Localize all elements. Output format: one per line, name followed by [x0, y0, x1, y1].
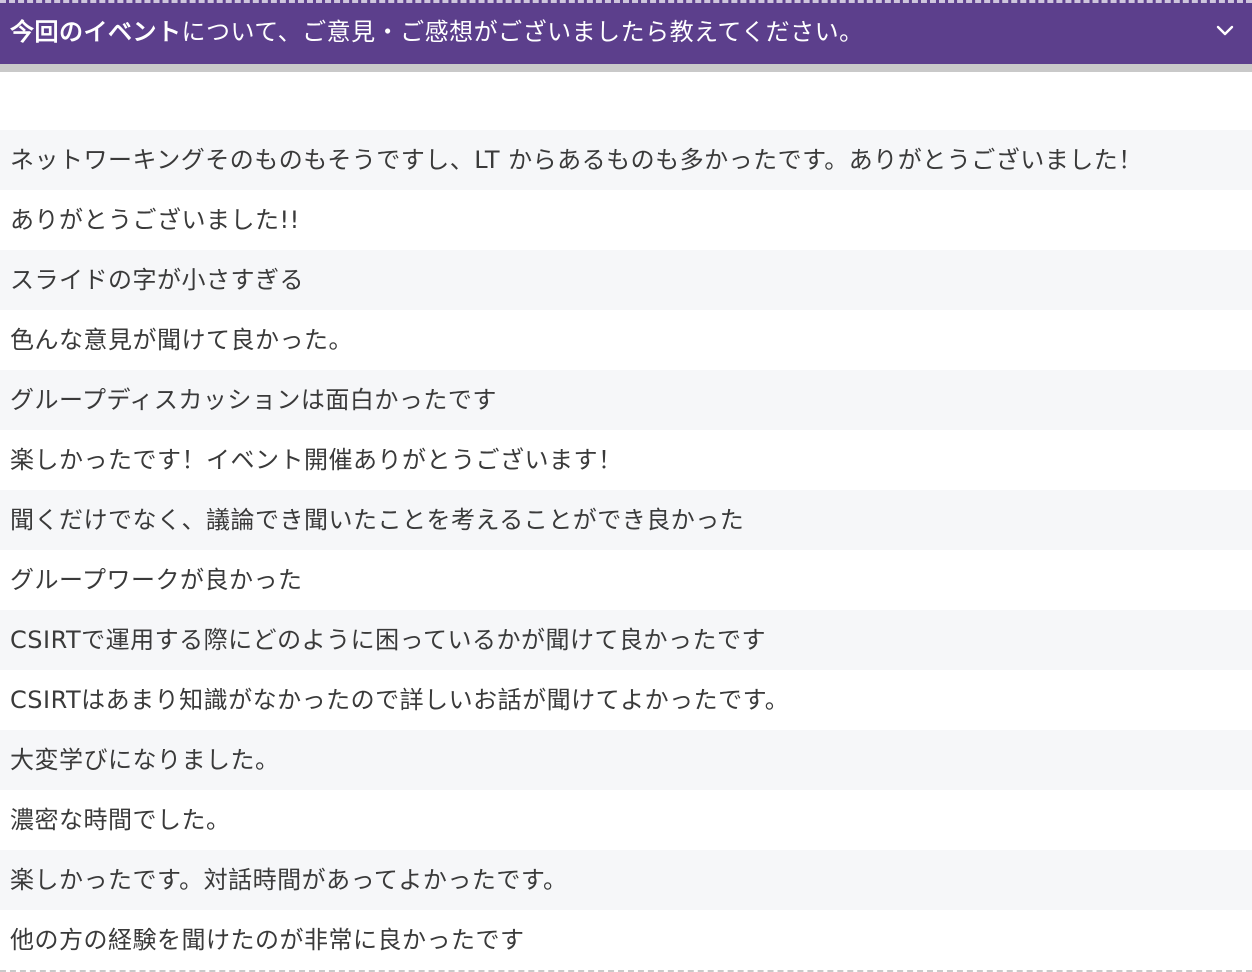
response-item: ありがとうございました!! [0, 190, 1252, 250]
question-title-rest: について、ご意見・ご感想がございましたら教えてください。 [181, 18, 864, 46]
question-accordion-header[interactable]: 今回のイベントについて、ご意見・ご感想がございましたら教えてください。 [0, 0, 1252, 72]
response-list: ネットワーキングそのものもそうですし、LT からあるものも多かったです。ありがと… [0, 130, 1252, 970]
response-item: 楽しかったです！イベント開催ありがとうございます！ [0, 430, 1252, 490]
response-item: グループディスカッションは面白かったです [0, 370, 1252, 430]
question-title: 今回のイベントについて、ご意見・ご感想がございましたら教えてください。 [10, 3, 864, 61]
response-item: スライドの字が小さすぎる [0, 250, 1252, 310]
response-item: CSIRTはあまり知識がなかったので詳しいお話が聞けてよかったです。 [0, 670, 1252, 730]
response-item: 色んな意見が聞けて良かった。 [0, 310, 1252, 370]
response-item: 大変学びになりました。 [0, 730, 1252, 790]
response-item: 聞くだけでなく、議論でき聞いたことを考えることができ良かった [0, 490, 1252, 550]
response-item: 他の方の経験を聞けたのが非常に良かったです [0, 910, 1252, 970]
response-item: ネットワーキングそのものもそうですし、LT からあるものも多かったです。ありがと… [0, 130, 1252, 190]
response-item: 楽しかったです。対話時間があってよかったです。 [0, 850, 1252, 910]
response-item: CSIRTで運用する際にどのように困っているかが聞けて良かったです [0, 610, 1252, 670]
response-item: グループワークが良かった [0, 550, 1252, 610]
question-title-bold: 今回のイベント [10, 18, 182, 46]
response-item: 濃密な時間でした。 [0, 790, 1252, 850]
chevron-down-icon[interactable] [1216, 21, 1234, 39]
